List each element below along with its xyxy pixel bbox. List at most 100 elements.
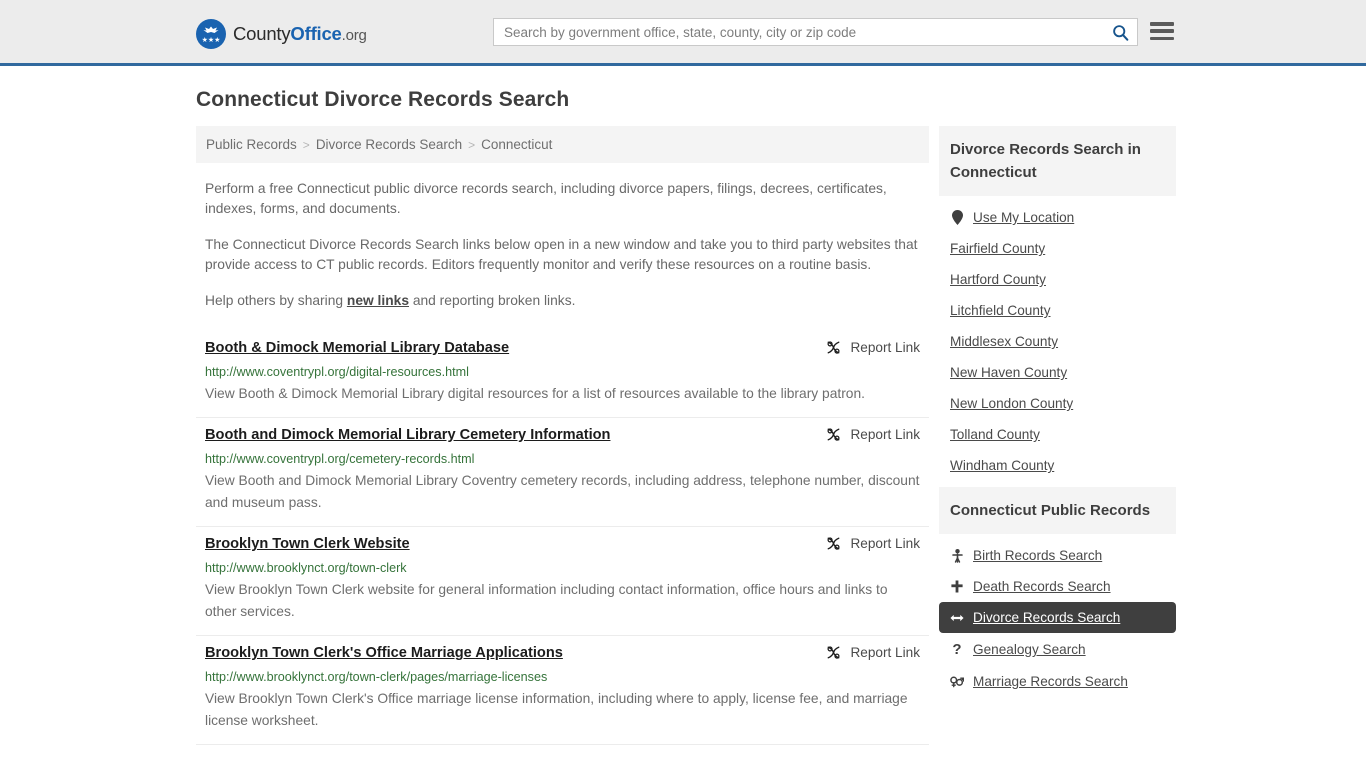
sidebar-link-label[interactable]: Death Records Search <box>973 579 1111 594</box>
help-text-after: and reporting broken links. <box>409 293 576 308</box>
result-header: Brooklyn Town Clerk's Office Marriage Ap… <box>205 644 920 663</box>
sidebar-item-use-my-location[interactable]: Use My Location <box>939 202 1176 233</box>
search-icon <box>1112 24 1128 41</box>
sidebar-item-death-records-search[interactable]: Death Records Search <box>939 571 1176 602</box>
breadcrumb-item-connecticut[interactable]: Connecticut <box>481 137 552 152</box>
sidebar-link-label[interactable]: Use My Location <box>973 210 1074 225</box>
sidebar-link-label[interactable]: Windham County <box>950 458 1054 473</box>
site-header: ★★★ CountyOffice.org <box>0 0 1366 66</box>
main-column: Public Records > Divorce Records Search … <box>196 126 929 745</box>
left-right-arrow-icon <box>950 613 964 623</box>
result-header: Brooklyn Town Clerk Website Report Link <box>205 535 920 554</box>
report-link-button[interactable]: Report Link <box>826 426 920 442</box>
hamburger-menu-icon[interactable] <box>1150 20 1174 42</box>
eagle-icon <box>203 26 219 33</box>
broken-link-icon <box>827 341 841 354</box>
sidebar-records-title: Connecticut Public Records <box>939 487 1176 534</box>
report-link-button[interactable]: Report Link <box>826 339 920 355</box>
report-link-label: Report Link <box>850 427 920 442</box>
search-bar[interactable] <box>493 18 1138 46</box>
breadcrumb-item-public-records[interactable]: Public Records <box>206 137 297 152</box>
sidebar-item-litchfield-county[interactable]: Litchfield County <box>939 295 1176 326</box>
result-item: Booth and Dimock Memorial Library Cemete… <box>196 418 929 527</box>
hamburger-bar <box>1150 22 1174 26</box>
sidebar-link-label[interactable]: Middlesex County <box>950 334 1058 349</box>
result-description: View Booth & Dimock Memorial Library dig… <box>205 386 865 401</box>
sidebar-records-list: Birth Records Search Death Records Searc… <box>939 534 1176 697</box>
baby-icon <box>950 548 964 563</box>
eagle-shield-logo-icon: ★★★ <box>196 19 226 49</box>
sidebar-item-marriage-records-search[interactable]: Marriage Records Search <box>939 666 1176 697</box>
result-url: http://www.coventrypl.org/digital-resour… <box>205 365 469 379</box>
sidebar-link-label[interactable]: Hartford County <box>950 272 1046 287</box>
breadcrumb-item-divorce-records-search[interactable]: Divorce Records Search <box>316 137 462 152</box>
site-logo[interactable]: ★★★ CountyOffice.org <box>196 19 367 49</box>
search-input[interactable] <box>494 19 1103 45</box>
breadcrumb: Public Records > Divorce Records Search … <box>196 126 929 163</box>
brand-part-county: County <box>233 23 291 44</box>
result-header: Booth & Dimock Memorial Library Database… <box>205 339 920 358</box>
sidebar-link-label[interactable]: Litchfield County <box>950 303 1051 318</box>
page-title: Connecticut Divorce Records Search <box>196 88 570 111</box>
sidebar-item-new-haven-county[interactable]: New Haven County <box>939 357 1176 388</box>
intro-paragraph-2: The Connecticut Divorce Records Search l… <box>205 237 918 272</box>
report-link-label: Report Link <box>850 340 920 355</box>
hamburger-bar <box>1150 36 1174 40</box>
search-button[interactable] <box>1103 19 1137 45</box>
result-title-link[interactable]: Brooklyn Town Clerk Website <box>205 535 410 554</box>
gender-symbols-icon <box>950 675 964 688</box>
sidebar-item-tolland-county[interactable]: Tolland County <box>939 419 1176 450</box>
result-title-link[interactable]: Booth and Dimock Memorial Library Cemete… <box>205 426 610 445</box>
brand-text: CountyOffice.org <box>233 23 367 45</box>
sidebar-item-middlesex-county[interactable]: Middlesex County <box>939 326 1176 357</box>
result-title-link[interactable]: Brooklyn Town Clerk's Office Marriage Ap… <box>205 644 563 663</box>
question-mark-icon: ? <box>952 641 962 658</box>
sidebar-link-label[interactable]: Genealogy Search <box>973 642 1086 657</box>
sidebar-item-genealogy-search[interactable]: ? Genealogy Search <box>939 633 1176 666</box>
result-item: Brooklyn Town Clerk Website Report Link … <box>196 527 929 636</box>
sidebar-item-windham-county[interactable]: Windham County <box>939 450 1176 481</box>
result-description: View Booth and Dimock Memorial Library C… <box>205 473 920 510</box>
sidebar-link-label[interactable]: Divorce Records Search <box>973 610 1120 625</box>
sidebar-counties-list: Use My Location Fairfield County Hartfor… <box>939 196 1176 481</box>
hamburger-bar <box>1150 29 1174 33</box>
cross-icon <box>950 580 964 593</box>
report-link-label: Report Link <box>850 536 920 551</box>
sidebar-item-hartford-county[interactable]: Hartford County <box>939 264 1176 295</box>
help-text-before: Help others by sharing <box>205 293 347 308</box>
sidebar-counties-box: Divorce Records Search in Connecticut Us… <box>939 126 1176 481</box>
sidebar-link-label[interactable]: New London County <box>950 396 1073 411</box>
result-url: http://www.brooklynct.org/town-clerk <box>205 561 407 575</box>
sidebar-item-fairfield-county[interactable]: Fairfield County <box>939 233 1176 264</box>
content-columns: Public Records > Divorce Records Search … <box>196 126 1176 745</box>
sidebar-item-new-london-county[interactable]: New London County <box>939 388 1176 419</box>
breadcrumb-separator: > <box>468 137 476 152</box>
report-link-button[interactable]: Report Link <box>826 535 920 551</box>
report-link-button[interactable]: Report Link <box>826 644 920 660</box>
sidebar-link-label[interactable]: Birth Records Search <box>973 548 1102 563</box>
broken-link-icon <box>827 428 841 441</box>
map-pin-icon <box>950 210 964 225</box>
sidebar-link-label[interactable]: New Haven County <box>950 365 1067 380</box>
sidebar-link-label[interactable]: Marriage Records Search <box>973 674 1128 689</box>
broken-link-icon <box>827 646 841 659</box>
results-list: Booth & Dimock Memorial Library Database… <box>196 331 929 745</box>
sidebar-link-label[interactable]: Tolland County <box>950 427 1040 442</box>
result-title-link[interactable]: Booth & Dimock Memorial Library Database <box>205 339 509 358</box>
sidebar-item-birth-records-search[interactable]: Birth Records Search <box>939 540 1176 571</box>
sidebar-link-label[interactable]: Fairfield County <box>950 241 1045 256</box>
result-item: Booth & Dimock Memorial Library Database… <box>196 331 929 418</box>
result-description: View Brooklyn Town Clerk website for gen… <box>205 582 888 619</box>
result-item: Brooklyn Town Clerk's Office Marriage Ap… <box>196 636 929 745</box>
sidebar-item-divorce-records-search[interactable]: Divorce Records Search <box>939 602 1176 633</box>
intro-paragraph-help: Help others by sharing new links and rep… <box>205 291 920 311</box>
result-url: http://www.brooklynct.org/town-clerk/pag… <box>205 670 548 684</box>
result-url: http://www.coventrypl.org/cemetery-recor… <box>205 452 475 466</box>
brand-part-tld: .org <box>341 27 367 44</box>
new-links-link[interactable]: new links <box>347 293 409 308</box>
intro-copy: Perform a free Connecticut public divorc… <box>196 179 929 311</box>
broken-link-icon <box>827 537 841 550</box>
page-body: Connecticut Divorce Records Search Publi… <box>0 88 1366 745</box>
intro-paragraph-1: Perform a free Connecticut public divorc… <box>205 181 887 216</box>
result-description: View Brooklyn Town Clerk's Office marria… <box>205 691 908 728</box>
